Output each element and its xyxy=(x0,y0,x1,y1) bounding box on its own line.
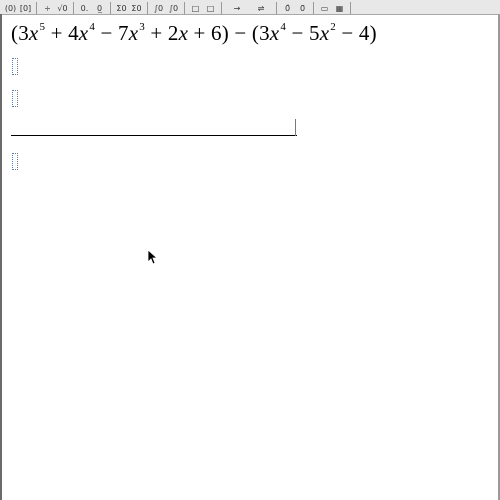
variable-x: x xyxy=(178,21,189,45)
empty-slot-placeholder[interactable] xyxy=(12,58,18,75)
expression-text: + 4 xyxy=(45,21,79,45)
integral-limits-template-button[interactable]: ∫0 xyxy=(167,4,180,13)
variable-x: x xyxy=(319,21,330,45)
division-rule-line xyxy=(11,135,297,136)
expression-text: + 2 xyxy=(144,21,179,45)
equation-document-area[interactable]: (3x5 + 4x4 − 7x3 + 2x + 6) − (3x4 − 5x2 … xyxy=(2,15,498,500)
radical-template-button[interactable]: √0 xyxy=(56,4,69,13)
integral-template-button[interactable]: ∫0 xyxy=(152,4,165,13)
math-editor-window: (0) [0] ÷ √0 0. 0̲ Σ0 Σ0 ∫0 ∫0 □ □ → ⇌ 0… xyxy=(0,0,500,500)
toolbar-group-matrices: ▭ ▦ xyxy=(314,2,351,14)
expression-text: (3 xyxy=(11,21,29,45)
underbar-template-button[interactable]: 0̲ xyxy=(93,4,106,13)
variable-x: x xyxy=(28,21,39,45)
expression-text: + 6) − (3 xyxy=(188,21,270,45)
toolbar-group-accents: 0̂ 0̃ xyxy=(277,2,314,14)
rule-end-marker xyxy=(295,119,296,136)
toolbar-group-arrows: → ⇌ xyxy=(222,2,277,14)
tilde-accent-template-button[interactable]: 0̃ xyxy=(296,4,309,13)
box-template-button[interactable]: □ xyxy=(189,4,202,13)
toolbar-group-scripts: 0. 0̲ xyxy=(74,2,111,14)
matrix-row-template-button[interactable]: ▭ xyxy=(318,4,331,13)
brackets-template-button[interactable]: [0] xyxy=(19,4,32,13)
equilibrium-arrow-template-button[interactable]: ⇌ xyxy=(250,4,272,13)
subscript-template-button[interactable]: 0. xyxy=(78,4,91,13)
template-toolbar: (0) [0] ÷ √0 0. 0̲ Σ0 Σ0 ∫0 ∫0 □ □ → ⇌ 0… xyxy=(0,0,500,15)
expression-text: − 5 xyxy=(286,21,320,45)
variable-x: x xyxy=(269,21,280,45)
fraction-template-button[interactable]: ÷ xyxy=(41,4,54,13)
empty-slot-placeholder[interactable] xyxy=(12,90,18,107)
arrow-template-button[interactable]: → xyxy=(226,4,248,13)
toolbar-group-fractions: ÷ √0 xyxy=(37,2,74,14)
variable-x: x xyxy=(78,21,89,45)
toolbar-group-boxes: □ □ xyxy=(185,2,222,14)
matrix-grid-template-button[interactable]: ▦ xyxy=(333,4,346,13)
empty-slot-placeholder[interactable] xyxy=(12,153,18,170)
sum-limits-template-button[interactable]: Σ0 xyxy=(130,4,143,13)
underbox-template-button[interactable]: □ xyxy=(204,4,217,13)
toolbar-group-fences: (0) [0] xyxy=(0,2,37,14)
toolbar-group-sums: Σ0 Σ0 xyxy=(111,2,148,14)
parentheses-template-button[interactable]: (0) xyxy=(4,4,17,13)
variable-x: x xyxy=(128,21,139,45)
expression-text: − 7 xyxy=(95,21,129,45)
expression-text: − 4) xyxy=(335,21,377,45)
polynomial-expression[interactable]: (3x5 + 4x4 − 7x3 + 2x + 6) − (3x4 − 5x2 … xyxy=(11,21,377,46)
sum-template-button[interactable]: Σ0 xyxy=(115,4,128,13)
toolbar-group-integrals: ∫0 ∫0 xyxy=(148,2,185,14)
hat-accent-template-button[interactable]: 0̂ xyxy=(281,4,294,13)
mouse-pointer-icon xyxy=(147,249,157,265)
